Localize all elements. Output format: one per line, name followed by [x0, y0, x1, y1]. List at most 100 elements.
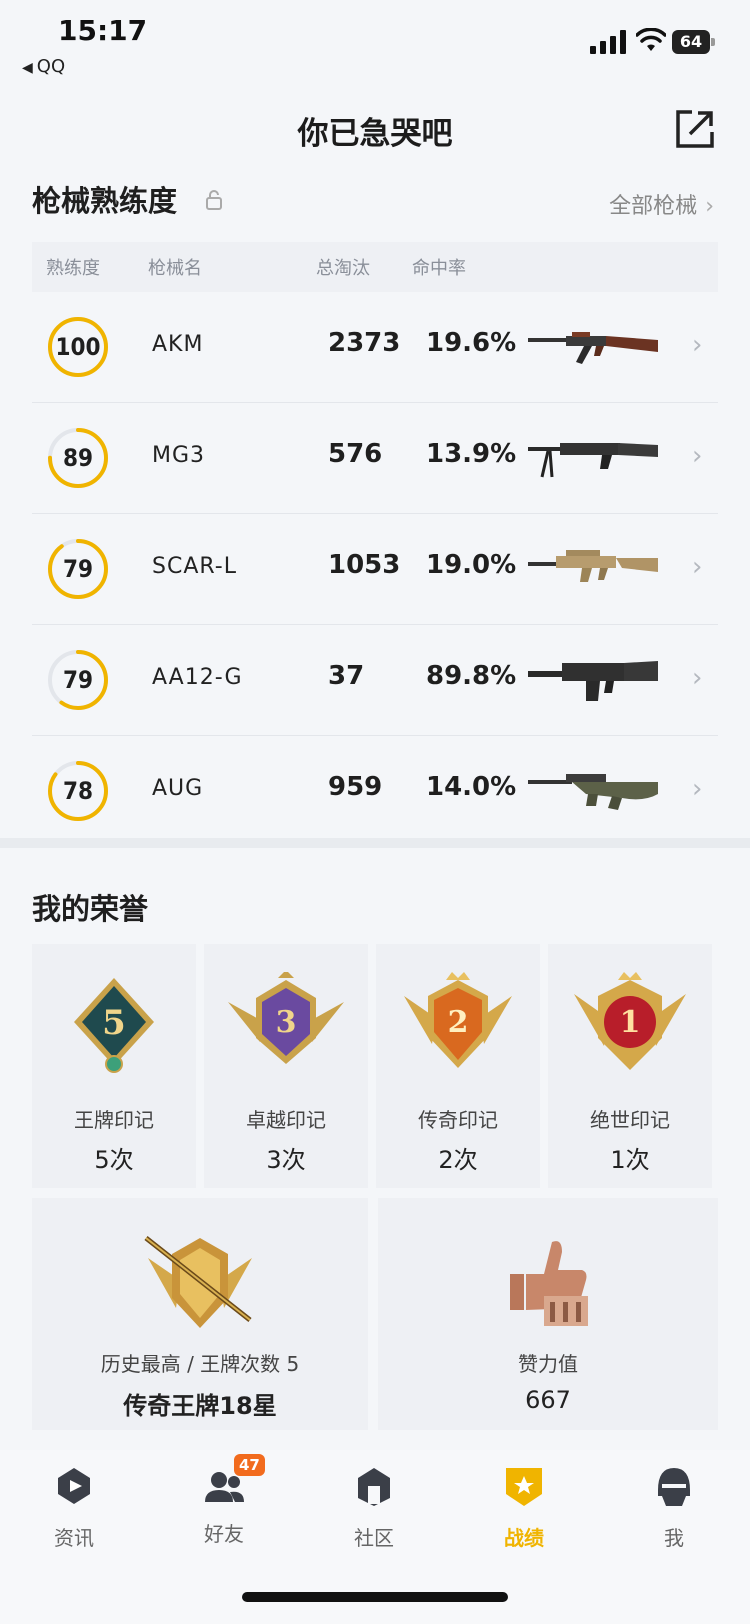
honor-mark-label: 绝世印记 — [590, 1108, 670, 1132]
col-weapon-name: 枪械名 — [148, 258, 202, 279]
battery-level: 64 — [672, 30, 710, 54]
proficiency-value: 79 — [62, 666, 94, 694]
tab-community[interactable]: 社区 — [314, 1464, 434, 1551]
proficiency-ring: 78 — [46, 759, 110, 823]
proficiency-ring: 79 — [46, 648, 110, 712]
honor-mark-card[interactable]: 2 传奇印记 2次 — [376, 944, 540, 1188]
weapon-name: AUG — [152, 776, 204, 801]
honor-mark-count: 3次 — [266, 1146, 306, 1174]
weapon-row[interactable]: 100 AKM 2373 19.6% › — [32, 292, 718, 403]
proficiency-value: 78 — [62, 777, 94, 805]
proficiency-value: 89 — [62, 444, 94, 472]
weapon-name: AA12-G — [152, 665, 243, 690]
honor-mark-label: 卓越印记 — [246, 1108, 326, 1132]
likes-card[interactable]: 赞力值 667 — [378, 1198, 718, 1430]
weapon-kills: 576 — [328, 439, 383, 469]
honor-mark-card[interactable]: 1 绝世印记 1次 — [548, 944, 712, 1188]
weapon-hit-rate: 13.9% — [426, 439, 517, 469]
profile-icon — [658, 1468, 690, 1506]
friends-notification-badge: 47 — [234, 1454, 265, 1476]
tab-label: 我 — [664, 1526, 684, 1550]
chevron-right-icon: › — [692, 774, 703, 804]
tab-friends[interactable]: 47 好友 — [164, 1454, 284, 1547]
weapon-kills: 959 — [328, 772, 383, 802]
cellular-signal-icon — [590, 30, 626, 54]
chevron-right-icon: › — [692, 441, 703, 471]
weapon-hit-rate: 19.0% — [426, 550, 517, 580]
honor-mark-card[interactable]: 3 卓越印记 3次 — [204, 944, 368, 1188]
weapon-proficiency-title: 枪械熟练度 — [32, 184, 178, 218]
weapon-name: MG3 — [152, 443, 206, 468]
share-icon[interactable] — [674, 108, 716, 150]
back-to-app-link[interactable]: ◀ QQ — [22, 56, 65, 77]
honor-mark-count: 5次 — [94, 1146, 134, 1174]
likes-label: 赞力值 — [518, 1352, 578, 1376]
tab-label: 社区 — [354, 1526, 394, 1550]
proficiency-value: 79 — [62, 555, 94, 583]
weapon-row[interactable]: 89 MG3 576 13.9% › — [32, 403, 718, 514]
legend-mark-badge-icon: 2 — [404, 972, 512, 1068]
weapon-row[interactable]: 79 AA12-G 37 89.8% › — [32, 625, 718, 736]
chevron-right-icon: › — [705, 194, 714, 219]
history-label: 历史最高 / 王牌次数 5 — [100, 1352, 300, 1376]
ace-mark-badge-icon: 5 — [74, 978, 154, 1073]
peerless-mark-badge-text: 1 — [620, 1005, 641, 1040]
ace-mark-badge-text: 5 — [102, 1003, 126, 1043]
chevron-right-icon: › — [692, 552, 703, 582]
honor-mark-count: 1次 — [610, 1146, 650, 1174]
tab-label: 好友 — [204, 1522, 244, 1546]
honor-mark-card[interactable]: 5 王牌印记 5次 — [32, 944, 196, 1188]
legend-mark-badge-text: 2 — [448, 1005, 469, 1040]
likes-value: 667 — [525, 1386, 571, 1414]
ace-rank-emblem-icon — [144, 1236, 252, 1328]
proficiency-value: 100 — [55, 333, 101, 361]
page-title: 你已急哭吧 — [297, 116, 453, 152]
weapon-row[interactable]: 79 SCAR-L 1053 19.0% › — [32, 514, 718, 625]
col-proficiency: 熟练度 — [46, 258, 100, 279]
section-divider — [0, 838, 750, 848]
news-icon — [58, 1468, 90, 1504]
tab-label: 资讯 — [54, 1526, 94, 1550]
honor-mark-label: 传奇印记 — [418, 1108, 498, 1132]
weapon-kills: 37 — [328, 661, 365, 691]
weapon-list: 100 AKM 2373 19.6% › 89 MG3 576 13.9% › … — [32, 292, 718, 846]
status-bar: 15:17 ◀ QQ 64 — [0, 0, 750, 90]
weapon-name: SCAR-L — [152, 554, 237, 579]
proficiency-ring: 89 — [46, 426, 110, 490]
honor-mark-count: 2次 — [438, 1146, 478, 1174]
chevron-right-icon: › — [692, 330, 703, 360]
weapon-table-header: 熟练度 枪械名 总淘汰 命中率 — [32, 242, 718, 292]
excellence-mark-badge-text: 3 — [276, 1005, 297, 1040]
tab-label: 战绩 — [504, 1526, 544, 1550]
proficiency-ring: 100 — [46, 315, 110, 379]
wifi-icon — [636, 28, 666, 51]
weapon-hit-rate: 14.0% — [426, 772, 517, 802]
back-app-label: QQ — [36, 56, 66, 77]
tab-profile[interactable]: 我 — [614, 1464, 734, 1551]
excellence-mark-badge-icon: 3 — [228, 972, 344, 1064]
aa12-shotgun-icon — [528, 661, 658, 701]
tab-news[interactable]: 资讯 — [14, 1464, 134, 1551]
all-weapons-link[interactable]: 全部枪械 › — [609, 188, 714, 220]
chevron-right-icon: › — [692, 663, 703, 693]
home-indicator — [242, 1592, 508, 1602]
scar-l-rifle-icon — [528, 550, 658, 582]
proficiency-ring: 79 — [46, 537, 110, 601]
mg3-machine-gun-icon — [528, 443, 658, 478]
all-weapons-label: 全部枪械 — [609, 194, 698, 219]
lock-icon — [206, 190, 222, 210]
community-icon — [358, 1468, 390, 1506]
aug-rifle-icon — [528, 774, 658, 810]
history-highest-card[interactable]: 历史最高 / 王牌次数 5 传奇王牌18星 — [32, 1198, 368, 1430]
akm-rifle-icon — [528, 332, 658, 364]
tab-record[interactable]: 战绩 — [464, 1464, 584, 1551]
record-icon — [506, 1468, 542, 1506]
weapon-row[interactable]: 78 AUG 959 14.0% › — [32, 736, 718, 846]
thumbs-up-trophy-icon — [510, 1241, 588, 1326]
honors-title: 我的荣誉 — [32, 892, 149, 926]
status-time: 15:17 — [58, 14, 148, 47]
peerless-mark-badge-icon: 1 — [574, 972, 686, 1070]
history-value: 传奇王牌18星 — [123, 1392, 277, 1420]
back-triangle-icon: ◀ — [22, 60, 33, 76]
weapon-name: AKM — [152, 332, 204, 357]
